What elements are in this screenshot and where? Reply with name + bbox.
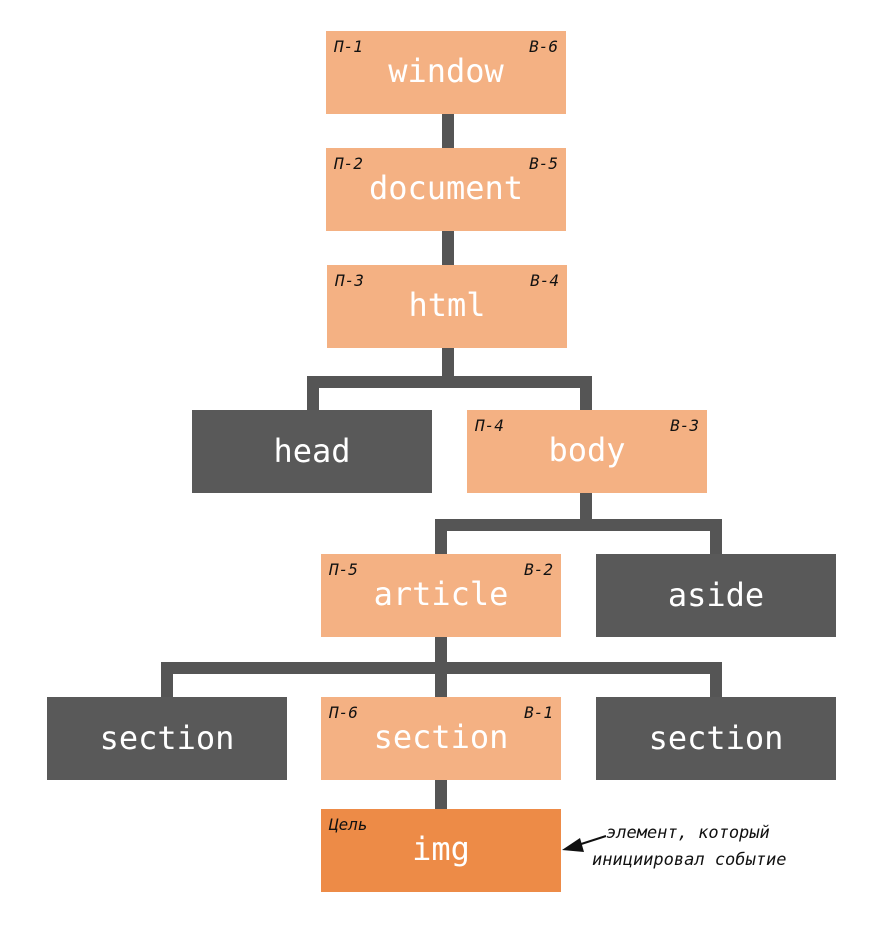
node-name: img	[412, 830, 470, 868]
event-propagation-diagram: П-1 В-6 window П-2 В-5 document П-3 В-4 …	[0, 0, 880, 930]
annotation-line: инициировал событие	[592, 850, 787, 870]
node-section-left: section	[47, 697, 287, 780]
annotation-line: элемент, который	[606, 823, 770, 843]
node-article: П-5 В-2 article	[321, 554, 561, 637]
node-name: aside	[667, 576, 765, 614]
node-head: head	[192, 410, 432, 493]
node-section-right: section	[596, 697, 836, 780]
target-annotation: элемент, который инициировал событие	[592, 820, 786, 874]
connector	[307, 376, 592, 410]
node-name: section	[648, 719, 784, 757]
node-img-target: Цель img	[321, 809, 561, 892]
node-name: window	[388, 52, 504, 90]
node-section-middle: П-6 В-1 section	[321, 697, 561, 780]
node-name: body	[548, 431, 626, 469]
node-name: head	[273, 432, 351, 470]
node-window: П-1 В-6 window	[326, 31, 566, 114]
node-aside: aside	[596, 554, 836, 637]
node-name: section	[99, 719, 235, 757]
node-name: html	[408, 286, 486, 324]
node-html: П-3 В-4 html	[327, 265, 567, 348]
node-document: П-2 В-5 document	[326, 148, 566, 231]
node-body: П-4 В-3 body	[467, 410, 707, 493]
node-name: document	[368, 169, 524, 207]
connector	[435, 519, 722, 554]
connectors	[161, 114, 722, 852]
node-name: article	[373, 575, 509, 613]
node-name: section	[373, 718, 509, 756]
